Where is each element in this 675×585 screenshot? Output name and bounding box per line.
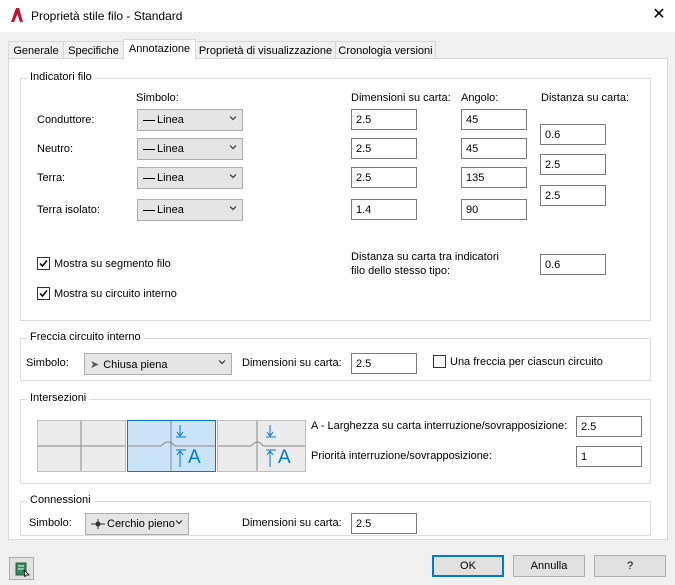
terra-isolato-symbol-select[interactable]: Linea [137,199,243,221]
distanza-tra-input[interactable]: 0.6 [540,254,606,275]
tab-specifiche[interactable]: Specifiche [63,41,124,59]
neutro-size-input[interactable]: 2.5 [351,138,417,159]
window-title: Proprietà stile filo - Standard [31,9,183,23]
line-symbol-icon [143,209,155,211]
distanza-input-2[interactable]: 2.5 [540,154,606,175]
ok-button[interactable]: OK [432,555,504,577]
priorita-input[interactable]: 1 [576,446,642,467]
connessioni-symbol-value: Cerchio pieno [107,518,175,530]
style-browser-icon [15,562,30,579]
terra-label: Terra: [37,172,66,184]
una-freccia-checkbox[interactable] [433,355,446,368]
chevron-down-icon [229,116,237,121]
neutro-symbol-select[interactable]: Linea [137,138,243,160]
terra-isolato-angle-input[interactable]: 90 [461,199,527,220]
chevron-down-icon [229,206,237,211]
neutro-symbol-value: Linea [157,143,184,155]
intersection-option-break[interactable]: A [127,420,216,472]
intersezioni-group: Intersezioni A A A - Larghezza su carta … [20,392,651,484]
style-browser-button[interactable] [9,557,34,580]
connessioni-dimensioni-input[interactable]: 2.5 [351,513,417,534]
line-symbol-icon [143,177,155,179]
conduttore-label: Conduttore: [37,114,95,126]
tab-generale[interactable]: Generale [8,41,64,59]
terra-size-input[interactable]: 2.5 [351,167,417,188]
dimension-a-glyph: A [278,447,291,468]
chevron-down-icon [175,520,183,525]
intersection-option-overlap[interactable]: A [217,420,306,472]
chevron-down-icon [218,360,226,365]
conduttore-symbol-value: Linea [157,114,184,126]
connessioni-title: Connessioni [27,494,94,506]
simbolo-column-header: Simbolo: [136,92,179,104]
intersezioni-title: Intersezioni [27,392,90,404]
freccia-dimensioni-input[interactable]: 2.5 [351,353,417,374]
filled-circle-icon [91,519,105,530]
larghezza-input[interactable]: 2.5 [576,416,642,437]
distanza-input-1[interactable]: 0.6 [540,124,606,145]
indicatori-filo-group: Indicatori filo Simbolo: Dimensioni su c… [20,71,651,321]
close-icon[interactable]: ✕ [648,4,670,26]
connessioni-group: Connessioni Simbolo: Cerchio pieno Dimen… [20,494,651,536]
terra-symbol-value: Linea [157,172,184,184]
freccia-symbol-select[interactable]: ➤ Chiusa piena [84,353,232,375]
mostra-circuito-label[interactable]: Mostra su circuito interno [54,288,177,300]
mostra-segmento-label[interactable]: Mostra su segmento filo [54,258,171,270]
mostra-circuito-checkbox[interactable] [37,287,50,300]
annotazione-panel: Indicatori filo Simbolo: Dimensioni su c… [8,58,668,540]
terra-symbol-select[interactable]: Linea [137,167,243,189]
terra-isolato-size-input[interactable]: 1.4 [351,199,417,220]
mostra-segmento-checkbox[interactable] [37,257,50,270]
conduttore-size-input[interactable]: 2.5 [351,109,417,130]
connessioni-dimensioni-label: Dimensioni su carta: [242,517,342,529]
distanza-tra-label-line2: filo dello stesso tipo: [351,265,451,277]
chevron-down-icon [229,174,237,179]
intersection-overlap-icon [218,421,305,471]
freccia-circuito-title: Freccia circuito interno [27,331,144,343]
line-symbol-icon [143,148,155,150]
tab-annotazione[interactable]: Annotazione [123,39,196,60]
intersection-break-icon [128,421,215,471]
intersection-option-cross[interactable] [37,420,126,472]
distanza-input-3[interactable]: 2.5 [540,185,606,206]
connessioni-symbol-select[interactable]: Cerchio pieno [85,513,189,535]
conduttore-symbol-select[interactable]: Linea [137,109,243,131]
checkmark-icon [39,290,48,298]
intersection-cross-icon [38,421,125,471]
priorita-label: Priorità interruzione/sovrapposizione: [311,450,492,462]
freccia-dimensioni-label: Dimensioni su carta: [242,357,342,369]
una-freccia-label[interactable]: Una freccia per ciascun circuito [450,356,603,368]
freccia-circuito-group: Freccia circuito interno Simbolo: ➤ Chius… [20,331,651,381]
angolo-column-header: Angolo: [461,92,499,104]
freccia-simbolo-label: Simbolo: [26,357,69,369]
connessioni-simbolo-label: Simbolo: [29,517,72,529]
dimension-a-glyph: A [188,447,201,468]
terra-isolato-symbol-value: Linea [157,204,184,216]
terra-angle-input[interactable]: 135 [461,167,527,188]
checkmark-icon [39,260,48,268]
arrow-symbol-icon: ➤ [90,359,100,371]
line-symbol-icon [143,119,155,121]
neutro-label: Neutro: [37,143,74,155]
neutro-angle-input[interactable]: 45 [461,138,527,159]
larghezza-label: A - Larghezza su carta interruzione/sovr… [311,420,568,432]
distanza-column-header: Distanza su carta: [541,92,630,104]
indicatori-filo-title: Indicatori filo [27,71,95,83]
annulla-button[interactable]: Annulla [513,555,585,577]
dimensioni-column-header: Dimensioni su carta: [351,92,451,104]
conduttore-angle-input[interactable]: 45 [461,109,527,130]
tab-cronologia-versioni[interactable]: Cronologia versioni [335,41,436,59]
tab-proprieta-visualizzazione[interactable]: Proprietà di visualizzazione [195,41,336,59]
terra-isolato-label: Terra isolato: [37,204,100,216]
app-logo-icon [10,7,24,23]
distanza-tra-label-line1: Distanza su carta tra indicatori [351,251,499,263]
chevron-down-icon [229,145,237,150]
freccia-symbol-value: Chiusa piena [103,359,168,371]
help-button[interactable]: ? [594,555,666,577]
